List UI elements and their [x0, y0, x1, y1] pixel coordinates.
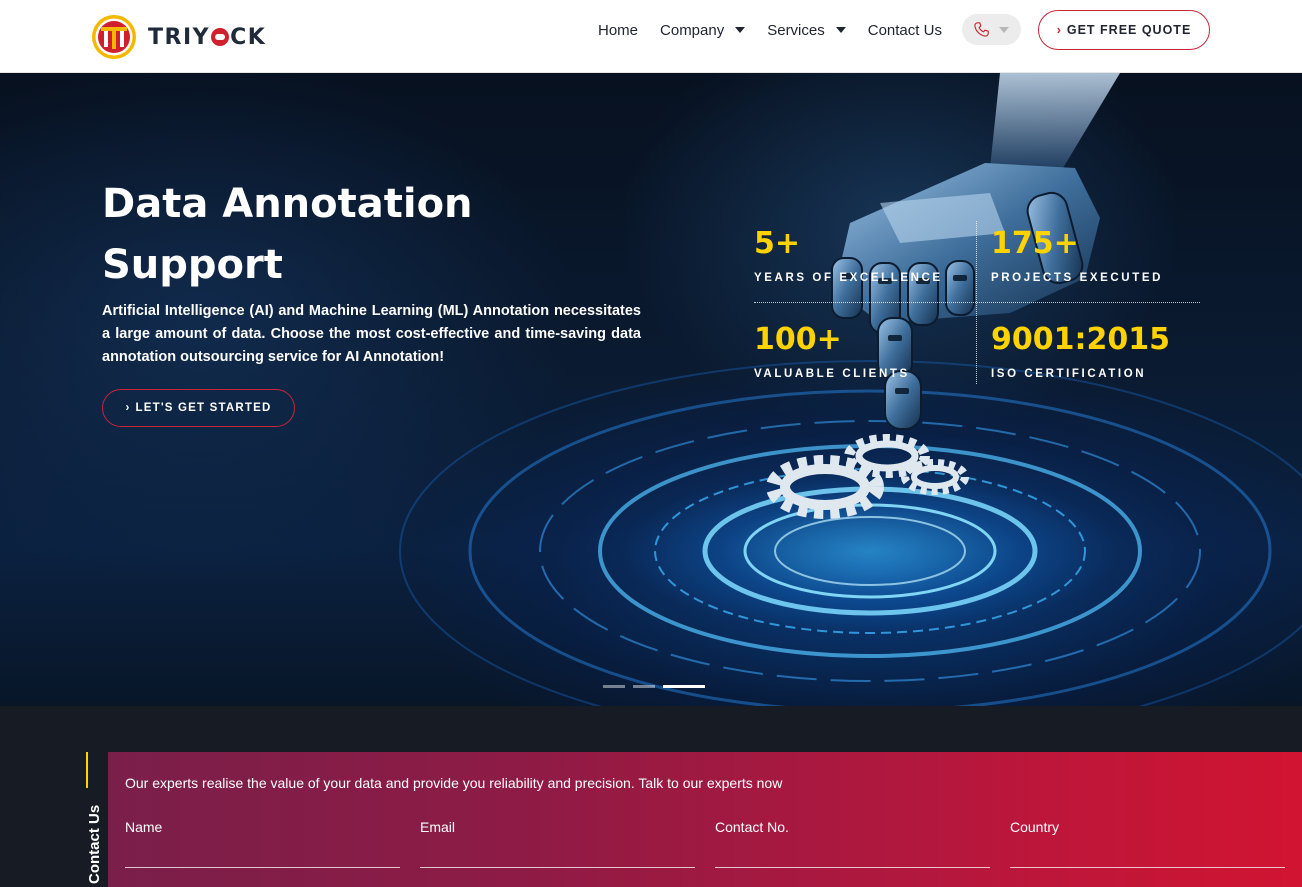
country-field[interactable]: Country — [1010, 819, 1285, 868]
field-label: Name — [125, 819, 163, 835]
get-free-quote-button[interactable]: › GET FREE QUOTE — [1038, 10, 1210, 50]
field-label: Country — [1010, 819, 1060, 835]
caret-down-icon — [999, 26, 1009, 33]
contact-number-input[interactable] — [715, 867, 990, 868]
contact-intro: Our experts realise the value of your da… — [125, 775, 783, 791]
contact-tab-accent-line — [86, 752, 88, 788]
start-button-label: LET'S GET STARTED — [135, 402, 272, 414]
contact-number-field[interactable]: Contact No. — [715, 819, 990, 868]
quote-button-label: GET FREE QUOTE — [1066, 23, 1192, 37]
caret-down-icon — [835, 27, 846, 33]
brand-name-prefix: TRIY — [148, 24, 211, 50]
hero-slider: Data Annotation Support Artificial Intel… — [0, 73, 1302, 706]
nav-item-label: Services — [767, 21, 825, 39]
stat-number: 100+ — [754, 322, 842, 357]
email-input[interactable] — [420, 867, 695, 868]
stats-grid: 5+ YEARS OF EXCELLENCE 175+ PROJECTS EXE… — [754, 221, 1200, 384]
stat-label: PROJECTS EXECUTED — [991, 272, 1164, 284]
brand-o-helmet-icon — [211, 28, 230, 46]
slider-pagination — [603, 685, 713, 688]
nav-item-label: Company — [660, 21, 725, 39]
brand-logo[interactable]: TRIY CK — [90, 12, 266, 62]
field-label: Contact No. — [715, 819, 789, 835]
nav-item-services[interactable]: Services — [767, 22, 846, 39]
nav-item-company[interactable]: Company — [660, 21, 746, 39]
main-nav: Home Company Services Contact Us — [598, 0, 942, 60]
slide-dot-3[interactable] — [663, 685, 705, 688]
stats-divider-horizontal — [754, 302, 1200, 303]
phone-dropdown[interactable] — [962, 14, 1021, 45]
stat-projects: 175+ PROJECTS EXECUTED — [991, 226, 1211, 284]
stat-iso: 9001:2015 ISO CERTIFICATION — [991, 322, 1211, 380]
contact-us-tab[interactable]: Contact Us — [86, 805, 103, 884]
stat-number: 5+ — [754, 226, 801, 261]
nav-item-label: Home — [598, 21, 639, 39]
stat-number: 9001:2015 — [991, 322, 1170, 357]
contact-form-panel: Our experts realise the value of your da… — [108, 752, 1302, 887]
chevron-right-icon: › — [1056, 23, 1062, 37]
country-input[interactable] — [1010, 867, 1285, 868]
phone-icon — [974, 22, 989, 37]
lets-get-started-button[interactable]: › LET'S GET STARTED — [102, 389, 295, 427]
caret-down-icon — [735, 27, 746, 33]
chevron-right-icon: › — [125, 402, 131, 414]
stats-divider-vertical — [976, 221, 977, 384]
slide-dot-1[interactable] — [603, 685, 625, 688]
nav-item-contact[interactable]: Contact Us — [868, 22, 942, 39]
hero-description: Artificial Intelligence (AI) and Machine… — [102, 303, 641, 365]
triyock-logo-icon — [92, 15, 136, 59]
stat-label: YEARS OF EXCELLENCE — [754, 272, 943, 284]
site-header: TRIY CK Home Company Services Contact Us … — [0, 0, 1302, 73]
nav-item-home[interactable]: Home — [598, 22, 638, 39]
email-field[interactable]: Email — [420, 819, 695, 868]
stat-number: 175+ — [991, 226, 1079, 261]
hero-title: Data Annotation Support — [102, 181, 473, 288]
slide-dot-2[interactable] — [633, 685, 655, 688]
stat-label: VALUABLE CLIENTS — [754, 368, 910, 380]
name-field[interactable]: Name — [125, 819, 400, 868]
nav-item-label: Contact Us — [867, 21, 942, 39]
stat-label: ISO CERTIFICATION — [991, 368, 1147, 380]
stat-years: 5+ YEARS OF EXCELLENCE — [754, 226, 974, 284]
field-label: Email — [420, 819, 456, 835]
stat-clients: 100+ VALUABLE CLIENTS — [754, 322, 974, 380]
brand-name-suffix: CK — [230, 24, 267, 50]
name-input[interactable] — [125, 867, 400, 868]
brand-name: TRIY CK — [148, 25, 266, 50]
